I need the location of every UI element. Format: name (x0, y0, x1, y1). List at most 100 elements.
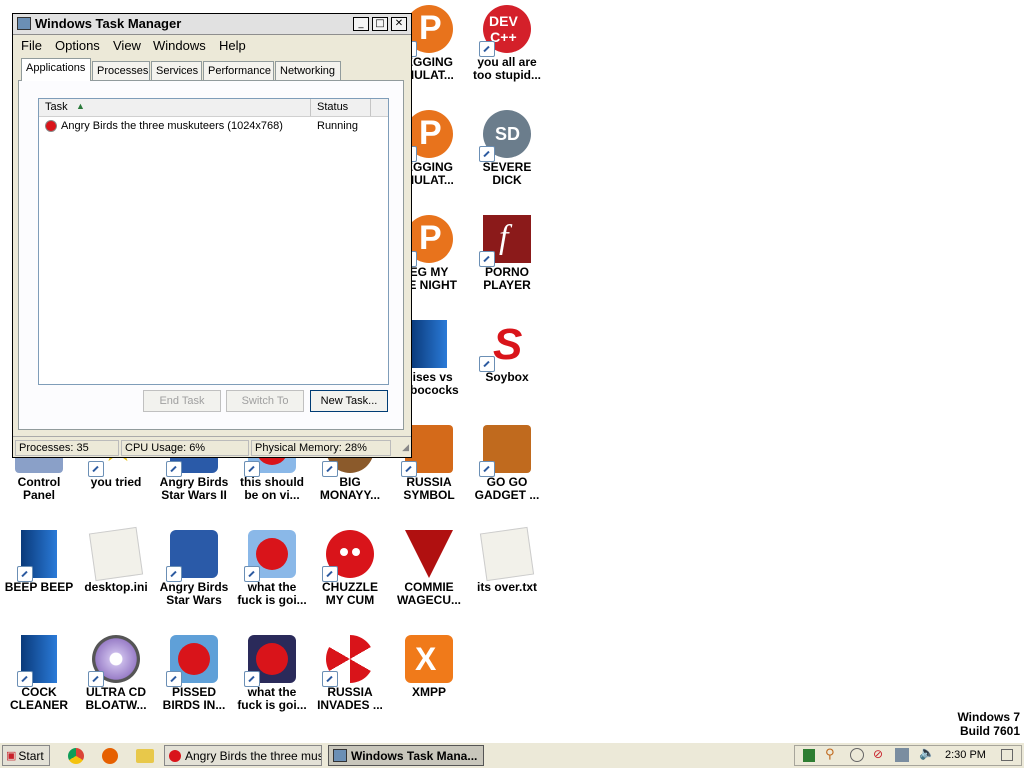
end-task-button[interactable]: End Task (143, 390, 221, 412)
tab-applications[interactable]: Applications (21, 58, 91, 81)
desktop-icon[interactable]: SD SEVERE DICK (468, 110, 546, 187)
dev-cpp-icon: DEV C++ (479, 5, 531, 57)
taskbar-angry-birds[interactable]: Angry Birds the three mus... (164, 745, 322, 766)
desktop-icon-label: you tried (90, 475, 142, 489)
blue-book-icon (411, 320, 447, 368)
radiation-icon (322, 635, 374, 687)
search-icon[interactable]: ⚲ (825, 747, 835, 762)
xampp-icon: X (405, 635, 453, 683)
firefox-icon[interactable] (102, 748, 118, 764)
menu-windows[interactable]: Windows (153, 38, 206, 53)
title-bar[interactable]: Windows Task Manager _ □ ✕ (13, 14, 411, 35)
minus-icon[interactable] (850, 748, 864, 762)
task-manager-window[interactable]: Windows Task Manager _ □ ✕ File Options … (12, 13, 412, 458)
sort-ascending-icon: ▲ (76, 101, 85, 111)
status-memory: Physical Memory: 28% (251, 440, 391, 456)
green-app-icon[interactable] (803, 749, 815, 762)
desktop-icon[interactable]: desktop.ini (77, 526, 155, 594)
desktop-icon-label: desktop.ini (84, 580, 148, 594)
commie-icon (405, 530, 453, 578)
desktop-icon-label: ULTRA CD BLOATW... (85, 685, 147, 712)
desktop-icon[interactable]: ULTRA CD BLOATW... (77, 635, 155, 712)
task-status: Running (317, 120, 358, 132)
desktop-icon[interactable]: GO GO GADGET ... (468, 425, 546, 502)
desktop-icon-label: Soybox (485, 370, 529, 384)
tab-networking[interactable]: Networking (275, 61, 341, 80)
minimize-button[interactable]: _ (353, 17, 369, 31)
desktop-icon[interactable]: COCK CLEANER (0, 635, 78, 712)
desktop-icon-label: CHUZZLE MY CUM (322, 580, 378, 607)
desktop-icon[interactable]: BEEP BEEP (0, 530, 78, 594)
folder-icon[interactable] (136, 749, 154, 763)
menu-help[interactable]: Help (219, 38, 246, 53)
blue-book-icon (17, 635, 57, 687)
desktop-icon[interactable]: its over.txt (468, 526, 546, 594)
start-button-label: Start (18, 748, 44, 763)
desktop-icon-label: you all are too stupid... (473, 55, 541, 82)
desktop-icon[interactable]: RUSSIA INVADES ... (311, 635, 389, 712)
angry-bird-icon (169, 749, 181, 762)
close-button[interactable]: ✕ (391, 17, 407, 31)
task-name: Angry Birds the three muskuteers (1024x7… (61, 120, 283, 132)
start-button[interactable]: ▣ Start (2, 745, 50, 766)
column-header-status[interactable]: Status (311, 99, 371, 116)
desktop-icon-label: GO GO GADGET ... (474, 475, 540, 502)
no-network-icon[interactable]: ⊘ (873, 747, 883, 761)
angry-birds-icon (166, 530, 218, 582)
column-header-status-label: Status (317, 101, 349, 113)
list-header: Task ▲ Status (39, 99, 388, 117)
taskbar: ▣ Start Angry Birds the three mus... Win… (0, 742, 1024, 768)
desktop-icon[interactable]: PISSED BIRDS IN... (155, 635, 233, 712)
column-header-task-label: Task (45, 101, 68, 113)
briefcase-icon (479, 425, 531, 477)
os-watermark: Windows 7 Build 7601 (957, 710, 1020, 738)
p-app-icon: P (401, 5, 453, 57)
taskbar-item-label: Windows Task Mana... (351, 748, 478, 763)
taskbar-task-manager[interactable]: Windows Task Mana... (328, 745, 484, 766)
watermark-line-1: Windows 7 (957, 710, 1020, 724)
menu-file[interactable]: File (21, 38, 42, 53)
switch-to-button[interactable]: Switch To (226, 390, 304, 412)
cd-icon (88, 635, 140, 687)
angry-bird-icon (45, 120, 57, 132)
task-manager-icon (333, 749, 347, 762)
desktop-icon[interactable]: Angry Birds Star Wars (155, 530, 233, 607)
resize-grip-icon[interactable]: ◢ (402, 443, 409, 453)
blue-book-icon (17, 530, 57, 582)
desktop-icon[interactable]: S Soybox (468, 320, 546, 384)
desktop-icon-label: BIG MONAYY... (319, 475, 381, 502)
tab-processes[interactable]: Processes (92, 61, 150, 80)
desktop-icon-label: SEVERE DICK (482, 160, 532, 187)
maximize-button[interactable]: □ (372, 17, 388, 31)
desktop-icon[interactable]: what the fuck is goi... (233, 635, 311, 712)
desktop-icon[interactable]: CHUZZLE MY CUM (311, 530, 389, 607)
chrome-icon[interactable] (68, 748, 84, 764)
system-tray: ⚲ ⊘ 🔈 2:30 PM (794, 745, 1022, 766)
desktop-icon[interactable]: f PORNO PLAYER (468, 215, 546, 292)
column-header-task[interactable]: Task ▲ (39, 99, 311, 116)
desktop-icon[interactable]: COMMIE WAGECU... (390, 530, 468, 607)
notification-icon[interactable] (1001, 749, 1013, 761)
new-task-button[interactable]: New Task... (310, 390, 388, 412)
task-manager-icon (17, 17, 31, 30)
clock[interactable]: 2:30 PM (945, 749, 986, 761)
desktop-icon[interactable]: DEV C++ you all are too stupid... (468, 5, 546, 82)
menu-bar: File Options View Windows Help (13, 35, 411, 55)
tab-performance[interactable]: Performance (203, 61, 274, 80)
desktop-icon-label: PORNO PLAYER (483, 265, 531, 292)
status-cpu: CPU Usage: 6% (121, 440, 249, 456)
tab-services[interactable]: Services (151, 61, 202, 80)
desktop-icon-label: Control Panel (17, 475, 61, 502)
menu-view[interactable]: View (113, 38, 141, 53)
desktop-icon-label: XMPP (411, 685, 446, 699)
desktop-icon-label: what the fuck is goi... (237, 580, 307, 607)
desktop-icon[interactable]: what the fuck is goi... (233, 530, 311, 607)
speaker-icon[interactable]: 🔈 (919, 746, 935, 761)
windows-logo-icon: ▣ (6, 750, 17, 762)
task-list[interactable]: Task ▲ Status Angry Birds the three musk… (38, 98, 389, 385)
desktop-icon[interactable]: X XMPP (390, 635, 468, 699)
table-row[interactable]: Angry Birds the three muskuteers (1024x7… (39, 119, 388, 135)
angry-bird-space-icon (244, 635, 296, 687)
menu-options[interactable]: Options (55, 38, 100, 53)
network-icon[interactable] (895, 748, 909, 762)
